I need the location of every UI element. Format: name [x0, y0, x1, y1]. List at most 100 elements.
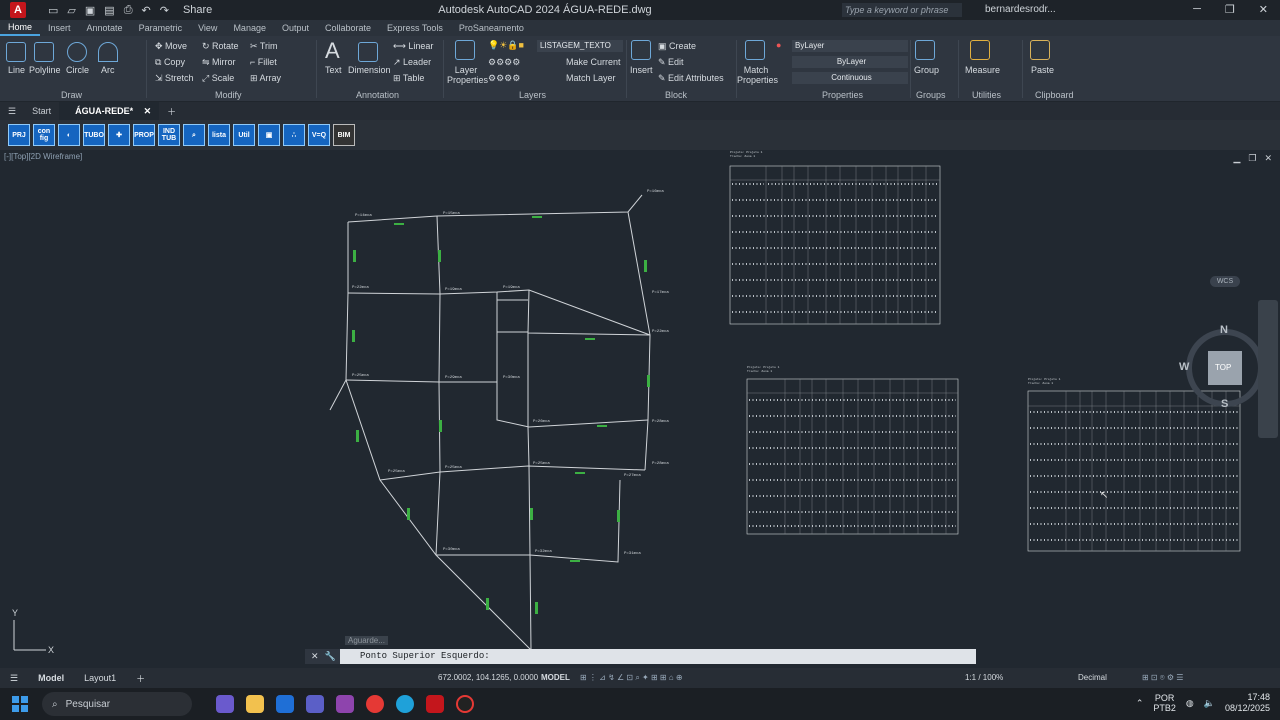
group-icon[interactable]: [915, 40, 935, 60]
text-icon[interactable]: A: [325, 38, 340, 64]
annotation-scale[interactable]: 1:1 / 100%: [965, 673, 1003, 682]
navigation-bar[interactable]: [1258, 300, 1278, 438]
status-tools[interactable]: ⊞ ⊡ ⌾ ⚙ ☰: [1142, 673, 1183, 683]
properties-panel-label[interactable]: Properties: [822, 90, 863, 100]
model-space-toggle[interactable]: MODEL: [541, 673, 570, 682]
network-icon[interactable]: ◍: [1186, 698, 1194, 709]
model-tab[interactable]: Model: [28, 673, 74, 683]
lineweight-dropdown[interactable]: ByLayer: [792, 56, 908, 68]
dimension-button[interactable]: Dimension: [348, 65, 391, 75]
tab-parametric[interactable]: Parametric: [131, 23, 191, 33]
edit-block-button[interactable]: ✎ Edit: [658, 57, 684, 68]
compass-north[interactable]: N: [1220, 324, 1228, 336]
chrome-app-icon[interactable]: [366, 695, 384, 713]
linetype-dropdown[interactable]: Continuous: [792, 72, 908, 84]
measure-icon[interactable]: [970, 40, 990, 60]
contrast-button[interactable]: ◐: [58, 124, 80, 146]
minimize-icon[interactable]: ─: [1193, 3, 1201, 16]
network-drawing[interactable]: P=14mca P=15mca P=16mca P=22mca P=19mca P=1…: [0, 150, 1280, 668]
paste-button[interactable]: Paste: [1031, 65, 1054, 75]
match-layer-button[interactable]: Match Layer: [566, 73, 616, 83]
create-block-button[interactable]: ▣ Create: [658, 41, 696, 52]
windows-start-icon[interactable]: [12, 696, 28, 712]
help-search-input[interactable]: Type a keyword or phrase: [842, 3, 962, 17]
line-button[interactable]: Line: [8, 65, 25, 75]
command-line-input[interactable]: Ponto Superior Esquerdo:: [340, 649, 976, 664]
layouts-menu-icon[interactable]: ☰: [0, 673, 28, 684]
arc-icon[interactable]: [98, 42, 118, 62]
linear-button[interactable]: ⟷ Linear: [393, 41, 433, 52]
move-button[interactable]: ✥ Move: [155, 41, 187, 52]
menu-icon[interactable]: ☰: [0, 106, 24, 117]
edit-attributes-button[interactable]: ✎ Edit Attributes: [658, 73, 724, 84]
prop-button[interactable]: PROP: [133, 124, 155, 146]
tab-home[interactable]: Home: [0, 20, 41, 36]
config-button[interactable]: con fig: [33, 124, 55, 146]
rotate-button[interactable]: ↻ Rotate: [202, 41, 239, 52]
trim-button[interactable]: ✂ Trim: [250, 41, 278, 52]
autocad-app-icon[interactable]: [426, 695, 444, 713]
tray-chevron-icon[interactable]: ⌃: [1136, 698, 1144, 709]
clock[interactable]: 17:48 08/12/2025: [1225, 692, 1270, 714]
make-current-button[interactable]: Make Current: [566, 57, 621, 67]
text-button[interactable]: Text: [325, 65, 342, 75]
tab-prosaneamento[interactable]: ProSaneamento: [451, 23, 532, 33]
close-icon[interactable]: ✕: [1259, 3, 1268, 16]
file-explorer-icon[interactable]: [246, 695, 264, 713]
viewcube-top-face[interactable]: TOP: [1215, 363, 1231, 372]
layer-properties-button[interactable]: Layer Properties: [447, 65, 488, 85]
block-panel-label[interactable]: Block: [665, 90, 687, 100]
array-button[interactable]: ⊞ Array: [250, 73, 281, 84]
ind-tub-button[interactable]: IND TUB: [158, 124, 180, 146]
color-dropdown[interactable]: ByLayer: [792, 40, 908, 52]
recorder-app-icon[interactable]: [456, 695, 474, 713]
dimension-icon[interactable]: [358, 42, 378, 62]
volume-icon[interactable]: 🔈: [1204, 698, 1215, 709]
vq-button[interactable]: V=Q: [308, 124, 330, 146]
app-icon[interactable]: [336, 695, 354, 713]
mirror-button[interactable]: ⇋ Mirror: [202, 57, 236, 68]
command-close-icon[interactable]: ✕: [311, 651, 319, 662]
bim-button[interactable]: BIM: [333, 124, 355, 146]
drafting-toggles[interactable]: ⊞ ⋮ ⊿ ↯ ∠ ⊡ ⌕ ✦ ⊞ ⊞ ⌂ ⊕: [580, 673, 683, 683]
scale-button[interactable]: ⤢ Scale: [202, 73, 234, 84]
store-app-icon[interactable]: [276, 695, 294, 713]
clipboard-panel-label[interactable]: Clipboard: [1035, 90, 1074, 100]
circle-icon[interactable]: [67, 42, 87, 62]
user-account[interactable]: bernardesrodr...: [985, 4, 1056, 15]
tab-manage[interactable]: Manage: [225, 23, 274, 33]
file-tab[interactable]: ÁGUA-REDE* ✕: [59, 102, 160, 120]
leader-button[interactable]: ↗ Leader: [393, 57, 431, 68]
node-button[interactable]: ✚: [108, 124, 130, 146]
fillet-button[interactable]: ⌐ Fillet: [250, 57, 277, 67]
tab-insert[interactable]: Insert: [40, 23, 79, 33]
lista-button[interactable]: lista: [208, 124, 230, 146]
arc-button[interactable]: Arc: [101, 65, 115, 75]
language-indicator[interactable]: POR PTB2: [1153, 693, 1176, 713]
modify-panel-label[interactable]: Modify: [215, 90, 242, 100]
command-customize-icon[interactable]: 🔧: [325, 651, 336, 662]
insert-icon[interactable]: [631, 40, 651, 60]
drawing-canvas[interactable]: [-][Top][2D Wireframe] ▁ ❐ ✕ P=14mca P=1…: [0, 150, 1280, 668]
units-display[interactable]: Decimal: [1078, 673, 1107, 682]
table-button[interactable]: ⊞ Table: [393, 73, 424, 84]
stretch-button[interactable]: ⇲ Stretch: [155, 73, 194, 84]
line-icon[interactable]: [6, 42, 26, 62]
tubo-button[interactable]: TUBO: [83, 124, 105, 146]
layer-tools-icons-2[interactable]: ⚙⚙⚙⚙: [488, 73, 520, 84]
coordinates-display[interactable]: 672.0002, 104.1265, 0.0000: [438, 673, 538, 682]
teams-app-icon[interactable]: [306, 695, 324, 713]
tab-annotate[interactable]: Annotate: [79, 23, 131, 33]
circle-button[interactable]: Circle: [66, 65, 89, 75]
tab-express-tools[interactable]: Express Tools: [379, 23, 451, 33]
layer-properties-icon[interactable]: [455, 40, 475, 60]
restore-icon[interactable]: ❐: [1225, 3, 1235, 16]
viewcube[interactable]: N S E W TOP: [1179, 324, 1268, 410]
tab-collaborate[interactable]: Collaborate: [317, 23, 379, 33]
insert-button[interactable]: Insert: [630, 65, 653, 75]
taskbar-search[interactable]: ⌕ Pesquisar: [42, 692, 192, 716]
frame-button[interactable]: ▣: [258, 124, 280, 146]
points-button[interactable]: ∴: [283, 124, 305, 146]
new-tab-icon[interactable]: ＋: [159, 105, 184, 118]
polyline-icon[interactable]: [34, 42, 54, 62]
